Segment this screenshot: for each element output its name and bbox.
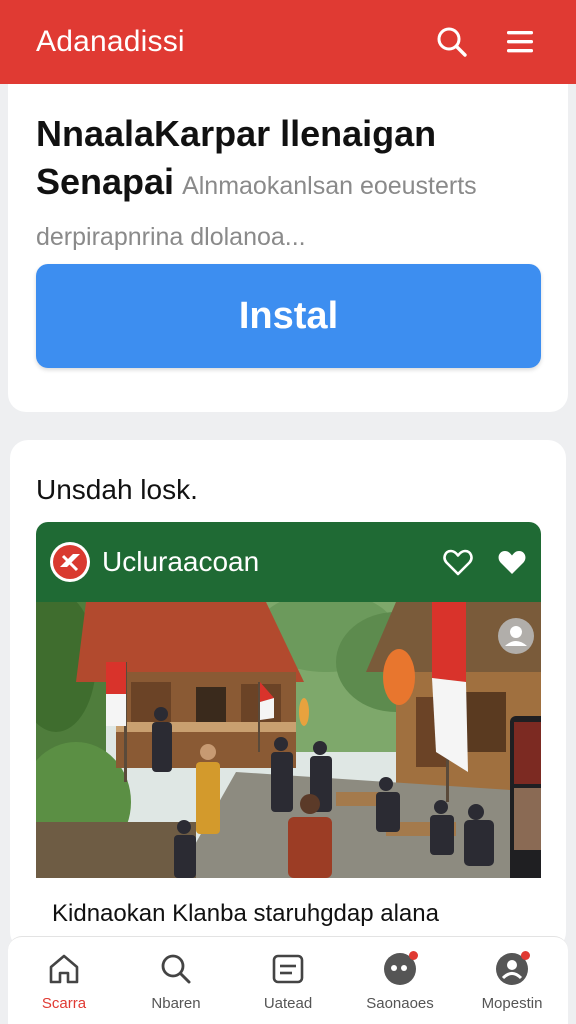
like-filled-button[interactable] (495, 545, 529, 579)
post-photo[interactable] (36, 602, 541, 878)
bottom-navigation: Scarra Nbaren Uatead Saonaoes Mopestin (8, 936, 568, 1024)
post-caption[interactable]: Kidnaokan Klanba staruhgdap alana (52, 900, 439, 928)
nav-home-label: Scarra (41, 995, 87, 1012)
install-button[interactable]: Instal (36, 264, 541, 368)
promo-headline-line1: NnaalaKarpar llenaigan (36, 113, 437, 154)
app-bar: Adanadissi (0, 0, 576, 84)
search-button[interactable] (432, 22, 472, 62)
chat-notification-dot (409, 951, 418, 960)
chat-icon (380, 949, 420, 989)
nav-list-label: Uatead (263, 995, 313, 1012)
search-icon (437, 27, 467, 57)
nav-home[interactable]: Scarra (8, 937, 120, 1024)
list-icon (268, 949, 308, 989)
nav-chat[interactable]: Saonaoes (344, 937, 456, 1024)
menu-icon (507, 31, 533, 53)
promo-subtitle: derpirapnrina dlolanoa... (36, 223, 306, 251)
post-header: Ucluraacoan (36, 522, 541, 602)
promo-subtitle-inline: Alnmaokanlsan eoeusterts (182, 172, 477, 200)
search-icon (156, 949, 196, 989)
post-card[interactable]: Ucluraacoan Kidnaokan Klanba staruhgdap … (36, 522, 541, 950)
app-title: Adanadissi (36, 25, 185, 58)
nav-profile[interactable]: Mopestin (456, 937, 568, 1024)
nav-search[interactable]: Nbaren (120, 937, 232, 1024)
nav-chat-label: Saonaoes (366, 995, 434, 1012)
promo-headline: NnaalaKarpar llenaigan Senapai Alnmaokanl… (36, 110, 540, 210)
nav-profile-label: Mopestin (481, 995, 543, 1012)
nav-search-label: Nbaren (151, 995, 201, 1012)
heart-outline-icon (443, 549, 473, 576)
feed-card: Unsdah losk. Ucluraacoan Kidnaokan Klanb… (10, 440, 566, 950)
profile-icon (492, 949, 532, 989)
section-title: Unsdah losk. (36, 474, 198, 505)
home-icon (44, 949, 84, 989)
promo-headline-line2: Senapai (36, 161, 175, 202)
nav-list[interactable]: Uatead (232, 937, 344, 1024)
promo-headline-line2-wrap: Senapai Alnmaokanlsan eoeusterts (36, 158, 540, 210)
install-promo-card: NnaalaKarpar llenaigan Senapai Alnmaokanl… (8, 84, 568, 412)
profile-notification-dot (521, 951, 530, 960)
heart-filled-icon (498, 551, 526, 574)
channel-logo-icon[interactable] (50, 542, 90, 582)
menu-button[interactable] (500, 22, 540, 62)
channel-name[interactable]: Ucluraacoan (102, 546, 421, 578)
like-outline-button[interactable] (441, 545, 475, 579)
